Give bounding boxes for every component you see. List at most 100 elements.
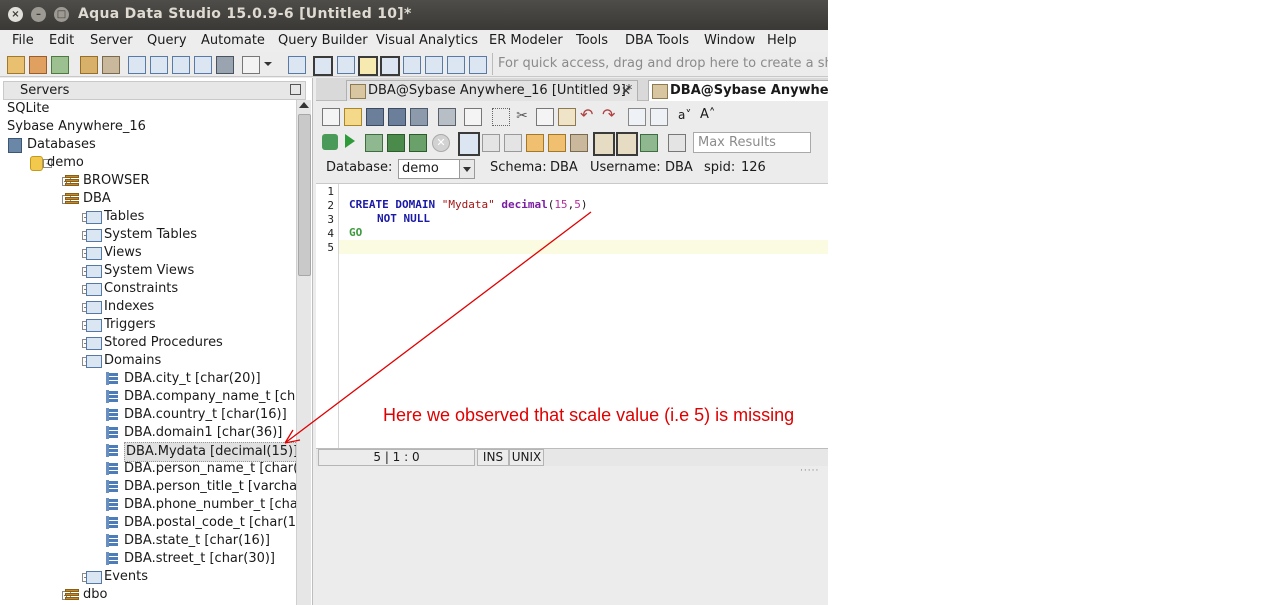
save-as-icon[interactable] (388, 108, 406, 126)
execute-file-icon[interactable] (409, 134, 427, 152)
open-folder-icon[interactable] (344, 108, 362, 126)
query-builder-icon[interactable] (172, 56, 190, 74)
save-icon[interactable] (366, 108, 384, 126)
copy-icon[interactable] (536, 108, 554, 126)
quick-access-bar[interactable]: For quick access, drag and drop here to … (492, 53, 828, 75)
tree-node[interactable]: DBA.state_t [char(16)] (0, 532, 296, 550)
redo-icon[interactable]: ↷ (602, 107, 618, 123)
paste-icon[interactable] (558, 108, 576, 126)
table-view-icon[interactable] (380, 56, 400, 76)
window-maximize-button[interactable]: □ (54, 7, 69, 22)
tree-node[interactable]: DBA.person_name_t [char(20) (0, 460, 296, 478)
tree-node[interactable]: DBA.postal_code_t [char(10)] (0, 514, 296, 532)
execute-all-icon[interactable] (322, 134, 338, 150)
wizard-icon[interactable] (80, 56, 98, 74)
tree-node[interactable]: DBA.domain1 [char(36)] (0, 424, 296, 442)
document-icon[interactable] (242, 56, 260, 74)
properties-icon[interactable] (425, 56, 443, 74)
tree-node[interactable]: +System Tables (0, 226, 296, 244)
database-select[interactable]: demo (398, 159, 475, 179)
debug-icon[interactable] (548, 134, 566, 152)
connect-icon[interactable] (51, 56, 69, 74)
history-icon[interactable] (288, 56, 306, 74)
chevron-down-icon[interactable] (459, 160, 474, 178)
explain-icon[interactable] (469, 56, 487, 74)
shell-icon[interactable] (216, 56, 234, 74)
commit-icon[interactable] (482, 134, 500, 152)
menu-file[interactable]: File (12, 33, 34, 48)
tree-node[interactable]: DBA.city_t [char(20)] (0, 370, 296, 388)
layout-icon[interactable] (403, 56, 421, 74)
execute-icon[interactable] (345, 134, 355, 148)
format-icon[interactable] (570, 134, 588, 152)
new-file-icon[interactable] (322, 108, 340, 126)
save-all-icon[interactable] (410, 108, 428, 126)
query-analyzer-icon[interactable] (150, 56, 168, 74)
tree-node[interactable]: +Tables (0, 208, 296, 226)
undo-icon[interactable]: ↶ (580, 107, 596, 123)
tree-node[interactable]: SQLite (0, 100, 296, 118)
font-smaller-icon[interactable]: a˅ (678, 107, 694, 123)
menu-automate[interactable]: Automate (201, 33, 265, 48)
tree-node[interactable]: DBA.phone_number_t [char(1: (0, 496, 296, 514)
compare-icon[interactable] (194, 56, 212, 74)
splitter-grip[interactable]: ····· (800, 466, 819, 476)
menu-server[interactable]: Server (90, 33, 133, 48)
menu-tools[interactable]: Tools (576, 33, 608, 48)
menu-er-modeler[interactable]: ER Modeler (489, 33, 563, 48)
query-window-icon[interactable] (128, 56, 146, 74)
text-results-icon[interactable] (593, 132, 615, 156)
export-icon[interactable] (640, 134, 658, 152)
cut-icon[interactable]: ✂ (514, 108, 530, 124)
grid-view-icon[interactable] (313, 56, 333, 76)
menu-query-builder[interactable]: Query Builder (278, 33, 368, 48)
split-view-icon[interactable] (337, 56, 355, 74)
tree-node[interactable]: DBA.street_t [char(30)] (0, 550, 296, 568)
rollback-icon[interactable] (504, 134, 522, 152)
chart-icon[interactable] (447, 56, 465, 74)
print-icon[interactable] (438, 108, 456, 126)
tree-node[interactable]: +Stored Procedures (0, 334, 296, 352)
results-in-grid-icon[interactable] (458, 132, 480, 156)
tools-icon[interactable] (102, 56, 120, 74)
execute-script-icon[interactable] (387, 134, 405, 152)
dropdown-icon[interactable] (262, 56, 272, 72)
font-larger-icon[interactable]: A˄ (700, 107, 716, 123)
tree-scrollbar[interactable] (296, 100, 311, 605)
close-icon[interactable]: ✕ (621, 81, 631, 101)
stop-icon[interactable]: ✕ (432, 134, 450, 152)
tree-node[interactable]: +Views (0, 244, 296, 262)
tab-untitled-9[interactable]: DBA@Sybase Anywhere_16 [Untitled 9]* ✕ (346, 80, 638, 101)
tree-node[interactable]: DBA.person_title_t [varchar(34 (0, 478, 296, 496)
tree-node[interactable]: +Triggers (0, 316, 296, 334)
tree-node[interactable]: Sybase Anywhere_16 (0, 118, 296, 136)
execute-current-icon[interactable] (365, 134, 383, 152)
auto-commit-icon[interactable] (526, 134, 544, 152)
grid-results-icon[interactable] (616, 132, 638, 156)
max-results-input[interactable]: Max Results (693, 132, 811, 153)
tree-node[interactable]: - demo (0, 154, 296, 172)
tree-node[interactable]: +Constraints (0, 280, 296, 298)
window-close-button[interactable]: × (8, 7, 23, 22)
new-server-icon[interactable] (7, 56, 25, 74)
tree-node[interactable]: Databases (0, 136, 296, 154)
menu-query[interactable]: Query (147, 33, 187, 48)
insert-mode[interactable]: INS (477, 449, 509, 466)
tree-node[interactable]: DBA.country_t [char(16)] (0, 406, 296, 424)
restore-icon[interactable] (290, 84, 301, 95)
tab-untitled-10[interactable]: DBA@Sybase Anywhere (648, 80, 828, 101)
find-icon[interactable] (628, 108, 646, 126)
text-view-icon[interactable] (358, 56, 378, 76)
menu-window[interactable]: Window (704, 33, 755, 48)
menu-edit[interactable]: Edit (49, 33, 74, 48)
tree-node[interactable]: +Events (0, 568, 296, 586)
tree-node[interactable]: +BROWSER (0, 172, 296, 190)
tree-node[interactable]: +System Views (0, 262, 296, 280)
tree-node[interactable]: -DBA (0, 190, 296, 208)
tree-node[interactable]: DBA.company_name_t [char(3 (0, 388, 296, 406)
tree-node[interactable]: +dbo (0, 586, 296, 604)
register-server-icon[interactable] (29, 56, 47, 74)
menu-help[interactable]: Help (767, 33, 797, 48)
line-ending[interactable]: UNIX (509, 449, 544, 466)
tree-node[interactable]: -Domains (0, 352, 296, 370)
